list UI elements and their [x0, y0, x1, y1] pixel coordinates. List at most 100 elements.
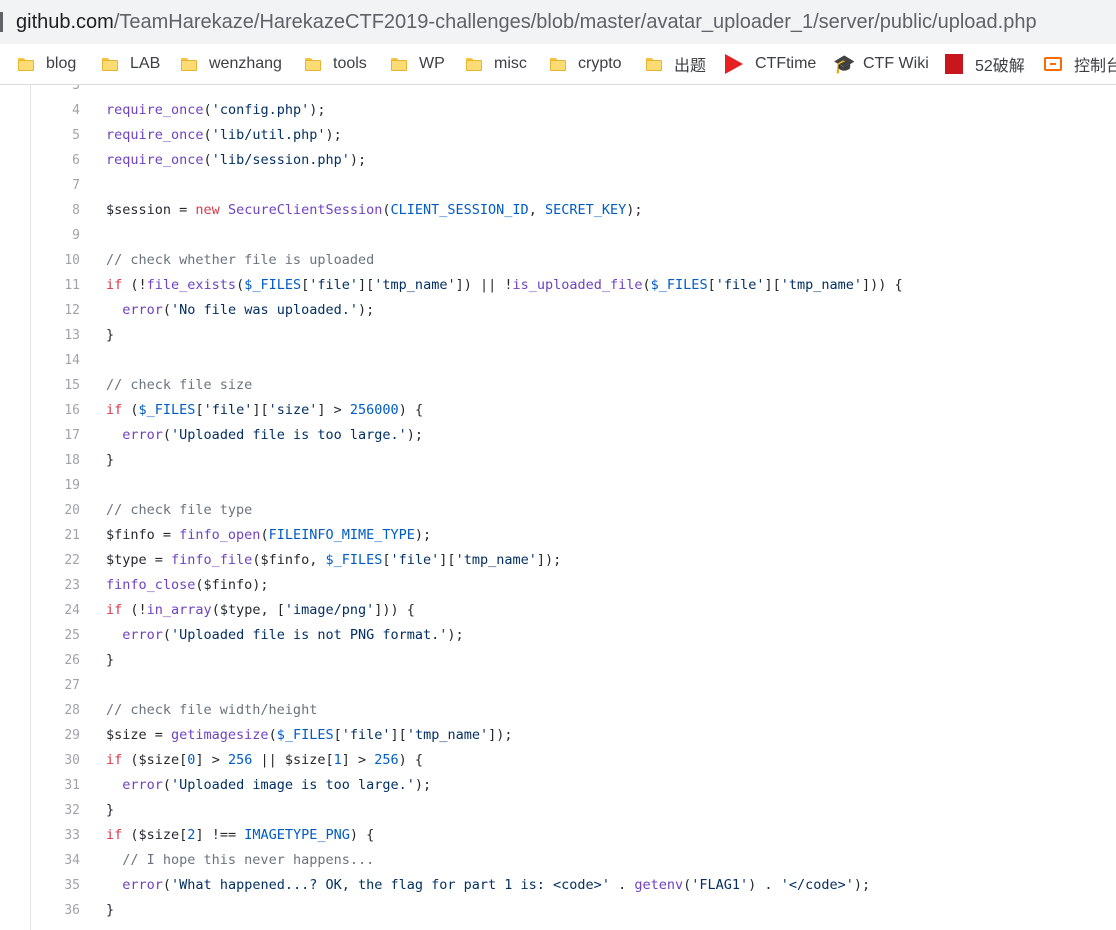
bookmark-label: blog	[46, 55, 77, 72]
line-number[interactable]: 26	[31, 648, 80, 673]
code-line: 36}	[31, 898, 1116, 923]
line-number[interactable]: 10	[31, 248, 80, 273]
code-token: 1	[333, 752, 342, 768]
code-token: getimagesize	[171, 727, 269, 743]
line-number[interactable]: 25	[31, 623, 80, 648]
line-number[interactable]: 36	[31, 898, 80, 923]
line-number[interactable]: 5	[31, 123, 80, 148]
code-token: new	[195, 202, 220, 218]
line-number[interactable]: 22	[31, 548, 80, 573]
code-token: error	[122, 627, 163, 643]
line-number[interactable]: 12	[31, 298, 80, 323]
bookmark-misc[interactable]: misc	[466, 52, 527, 76]
line-number[interactable]: 34	[31, 848, 80, 873]
code-token: 'lib/util.php'	[211, 127, 326, 143]
code-token: $_FILES	[244, 277, 302, 293]
line-number[interactable]: 9	[31, 223, 80, 248]
line-number[interactable]: 30	[31, 748, 80, 773]
code-token: if	[106, 277, 123, 293]
line-number[interactable]: 17	[31, 423, 80, 448]
code-token: error	[122, 302, 163, 318]
line-number[interactable]: 28	[31, 698, 80, 723]
line-number[interactable]: 4	[31, 98, 80, 123]
code-token: [	[707, 277, 716, 293]
bookmark-crypto[interactable]: crypto	[550, 52, 622, 76]
line-number[interactable]: 8	[31, 198, 80, 223]
code-text: // check whether file is uploaded	[106, 248, 374, 273]
line-number[interactable]: 6	[31, 148, 80, 173]
bookmark-wenzhang[interactable]: wenzhang	[181, 52, 282, 76]
52pojie-icon	[945, 54, 963, 74]
line-number[interactable]: 14	[31, 348, 80, 373]
line-number[interactable]: 20	[31, 498, 80, 523]
code-token: (	[122, 402, 139, 418]
code-token: (	[203, 102, 212, 118]
line-number[interactable]: 16	[31, 398, 80, 423]
line-number[interactable]: 7	[31, 173, 80, 198]
code-text: $session = new SecureClientSession(CLIEN…	[106, 198, 643, 223]
line-number[interactable]: 29	[31, 723, 80, 748]
code-token: in_array	[146, 602, 212, 618]
bookmark-blog[interactable]: blog	[18, 52, 76, 76]
line-number[interactable]: 18	[31, 448, 80, 473]
code-token: ] >	[341, 752, 375, 768]
bookmark-ctftime[interactable]: CTFtime	[725, 52, 816, 76]
bookmark-label: crypto	[578, 55, 622, 72]
bookmark-lab[interactable]: LAB	[102, 52, 160, 76]
code-text: finfo_close($finfo);	[106, 573, 269, 598]
code-line: 35 error('What happened...? OK, the flag…	[31, 873, 1116, 898]
console-icon	[1044, 57, 1062, 71]
line-number[interactable]: 19	[31, 473, 80, 498]
bookmark-label: 控制台	[1074, 58, 1116, 75]
line-number[interactable]: 15	[31, 373, 80, 398]
code-text: if ($size[2] !== IMAGETYPE_PNG) {	[106, 823, 374, 848]
code-token: (	[162, 302, 172, 318]
bookmark-52pojie[interactable]: 52破解	[945, 52, 1025, 76]
line-number[interactable]: 35	[31, 873, 80, 898]
code-line: 9	[31, 223, 1116, 248]
url-text[interactable]: github.com/TeamHarekaze/HarekazeCTF2019-…	[16, 10, 1037, 34]
code-token: || $size[	[252, 752, 334, 768]
code-token: );	[853, 877, 871, 893]
bookmark-chuti[interactable]: 出题	[646, 52, 706, 76]
code-token: );	[325, 127, 342, 143]
bookmark-ctf-wiki[interactable]: 🎓 CTF Wiki	[833, 52, 929, 76]
line-number[interactable]: 13	[31, 323, 80, 348]
code-token: ($size[	[122, 752, 188, 768]
code-text: $finfo = finfo_open(FILEINFO_MIME_TYPE);	[106, 523, 431, 548]
code-token: 'file'	[715, 277, 765, 293]
line-number[interactable]: 27	[31, 673, 80, 698]
line-number[interactable]: 11	[31, 273, 80, 298]
line-number[interactable]: 31	[31, 773, 80, 798]
bookmark-console[interactable]: 控制台	[1044, 52, 1116, 76]
code-token: (	[642, 277, 651, 293]
code-text: }	[106, 448, 114, 473]
code-token: (	[382, 202, 391, 218]
code-line: 11 if (!file_exists($_FILES['file']['tmp_…	[31, 273, 1116, 298]
bookmark-label: WP	[419, 55, 445, 72]
code-token: 'file'	[341, 727, 391, 743]
line-number[interactable]: 21	[31, 523, 80, 548]
line-number[interactable]: 32	[31, 798, 80, 823]
bookmark-tools[interactable]: tools	[305, 52, 367, 76]
code-text: }	[106, 323, 114, 348]
graduation-cap-icon: 🎓	[833, 54, 856, 74]
code-token: ) {	[398, 752, 424, 768]
bookmark-wp[interactable]: WP	[391, 52, 445, 76]
code-line: 24 if (!in_array($type, ['image/png'])) {	[31, 598, 1116, 623]
code-token: );	[406, 427, 424, 443]
folder-icon	[391, 57, 407, 71]
code-token: $_FILES	[325, 552, 383, 568]
line-number[interactable]: 33	[31, 823, 80, 848]
line-number[interactable]: 3	[31, 85, 80, 98]
code-line: 7	[31, 173, 1116, 198]
line-number[interactable]: 24	[31, 598, 80, 623]
code-token: [	[382, 552, 391, 568]
line-number[interactable]: 23	[31, 573, 80, 598]
code-text: }	[106, 898, 114, 923]
code-line: 30 if ($size[0] > 256 || $size[1] > 256) …	[31, 748, 1116, 773]
code-token: ] !==	[195, 827, 245, 843]
address-bar[interactable]: github.com/TeamHarekaze/HarekazeCTF2019-…	[0, 0, 1116, 44]
